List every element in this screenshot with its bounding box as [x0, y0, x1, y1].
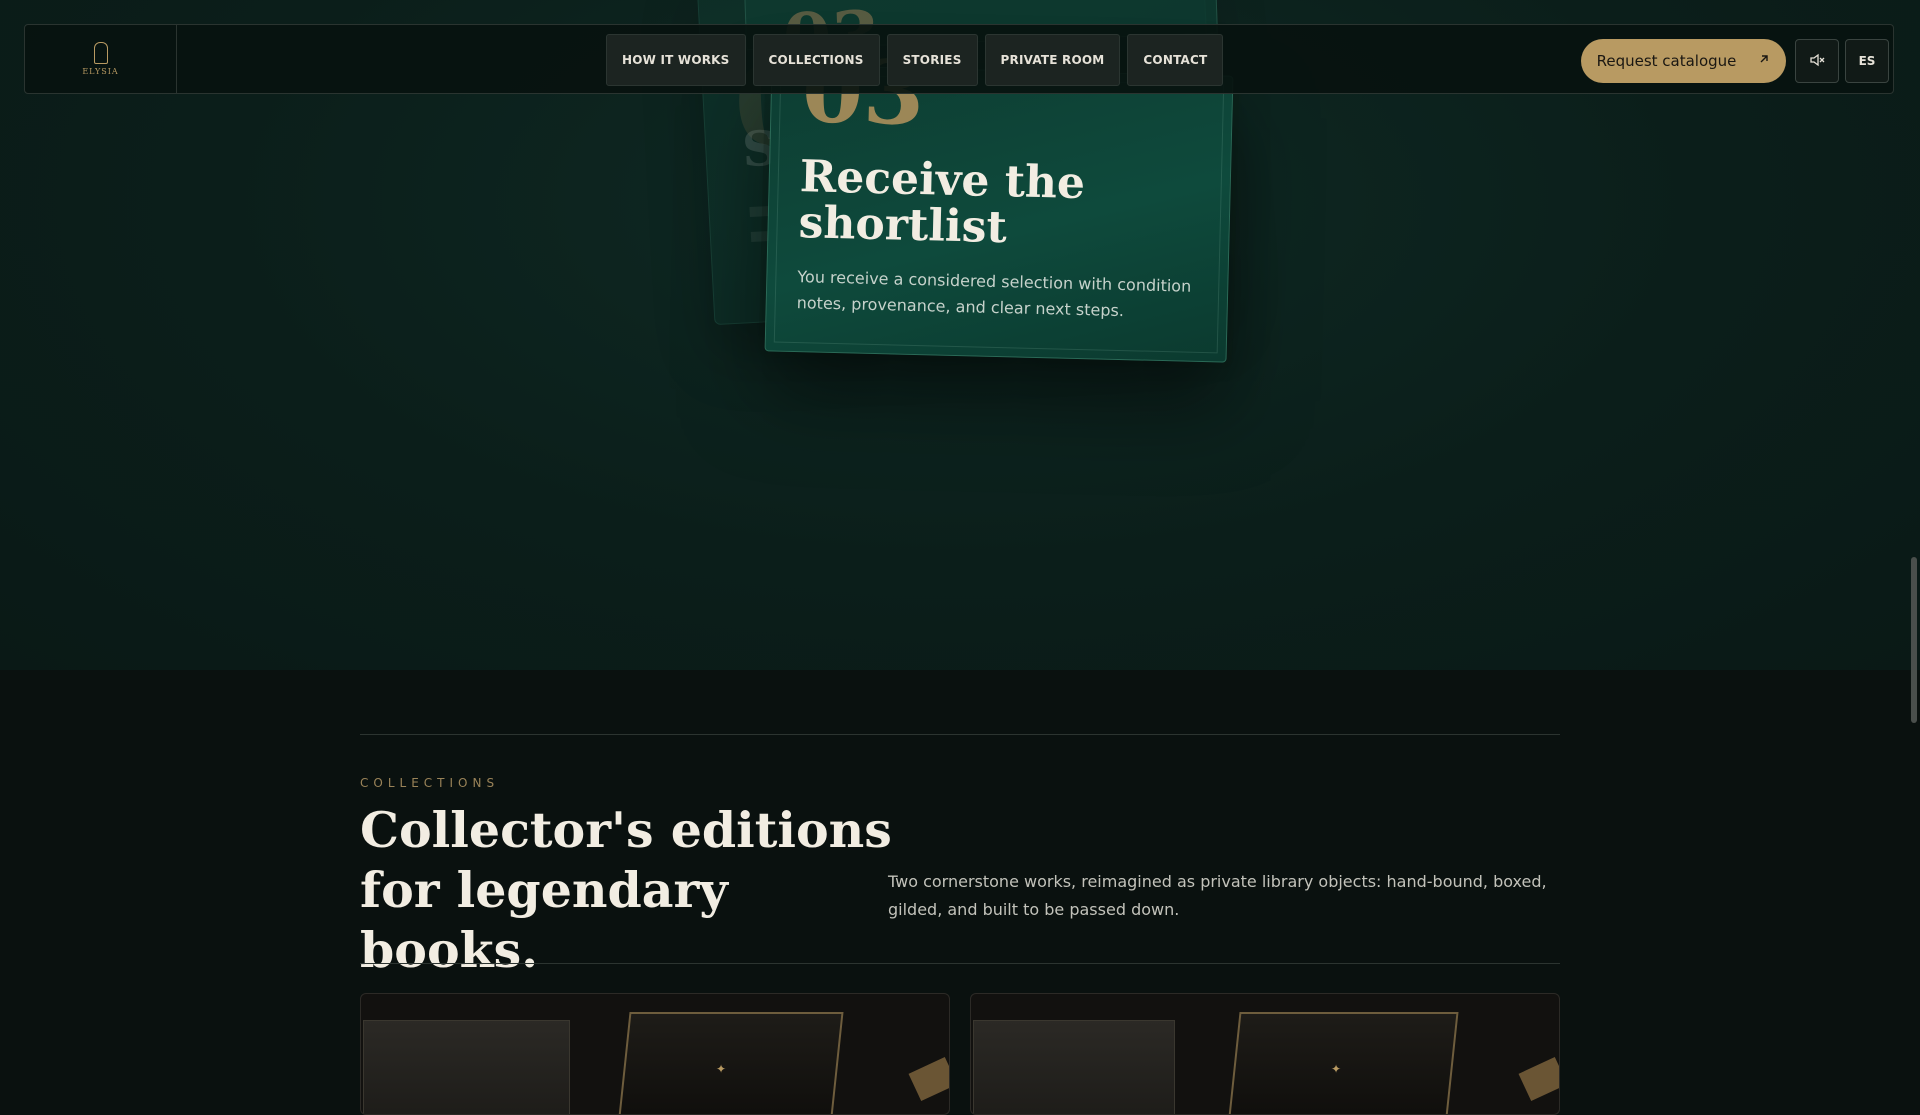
- nav-contact[interactable]: CONTACT: [1127, 34, 1224, 86]
- nav-how-it-works[interactable]: HOW IT WORKS: [606, 34, 746, 86]
- top-navbar: ELYSIA HOW IT WORKS COLLECTIONS STORIES …: [24, 24, 1894, 94]
- mute-sound-button[interactable]: [1795, 39, 1839, 83]
- request-catalogue-button[interactable]: Request catalogue: [1581, 39, 1786, 83]
- open-box-image: [616, 1012, 844, 1114]
- section-headline: Collector's editions for legendary books…: [360, 801, 892, 979]
- sparkle-icon: ✦: [1331, 1062, 1342, 1076]
- nav-stories[interactable]: STORIES: [886, 34, 978, 86]
- open-box-image: [1226, 1012, 1459, 1114]
- ribbon-image: [1518, 1056, 1559, 1102]
- box-lid-image: [973, 1020, 1175, 1114]
- language-toggle[interactable]: ES: [1845, 39, 1889, 83]
- step-description: You receive a considered selection with …: [796, 267, 1192, 321]
- speaker-muted-icon: [1809, 53, 1825, 70]
- how-it-works-section: 0 S 03 03 Receive the shortlist You rece…: [0, 0, 1920, 670]
- arch-logo-icon: [93, 42, 108, 64]
- scrollbar-thumb[interactable]: [1911, 557, 1917, 723]
- collection-card[interactable]: ✦: [970, 993, 1560, 1115]
- step-card: 03 Receive the shortlist You receive a c…: [764, 38, 1234, 363]
- sparkle-icon: ✦: [716, 1062, 727, 1076]
- section-divider: [360, 963, 1560, 964]
- ribbon-image: [908, 1056, 949, 1102]
- nav-links: HOW IT WORKS COLLECTIONS STORIES PRIVATE…: [606, 34, 1224, 86]
- request-catalogue-label: Request catalogue: [1596, 52, 1737, 70]
- previous-step-text-fragment: [749, 205, 770, 218]
- section-eyebrow: COLLECTIONS: [360, 776, 500, 790]
- step-title: Receive the shortlist: [798, 151, 1086, 254]
- section-divider: [360, 734, 1560, 735]
- scrollbar[interactable]: [1906, 0, 1920, 1080]
- arrow-up-right-icon: [1758, 53, 1770, 69]
- nav-collections[interactable]: COLLECTIONS: [752, 34, 880, 86]
- brand-logo[interactable]: ELYSIA: [25, 25, 177, 93]
- nav-private-room[interactable]: PRIVATE ROOM: [984, 34, 1121, 86]
- collection-card[interactable]: ✦: [360, 993, 950, 1115]
- section-description: Two cornerstone works, reimagined as pri…: [888, 872, 1547, 919]
- brand-name: ELYSIA: [82, 67, 119, 76]
- box-lid-image: [363, 1020, 570, 1114]
